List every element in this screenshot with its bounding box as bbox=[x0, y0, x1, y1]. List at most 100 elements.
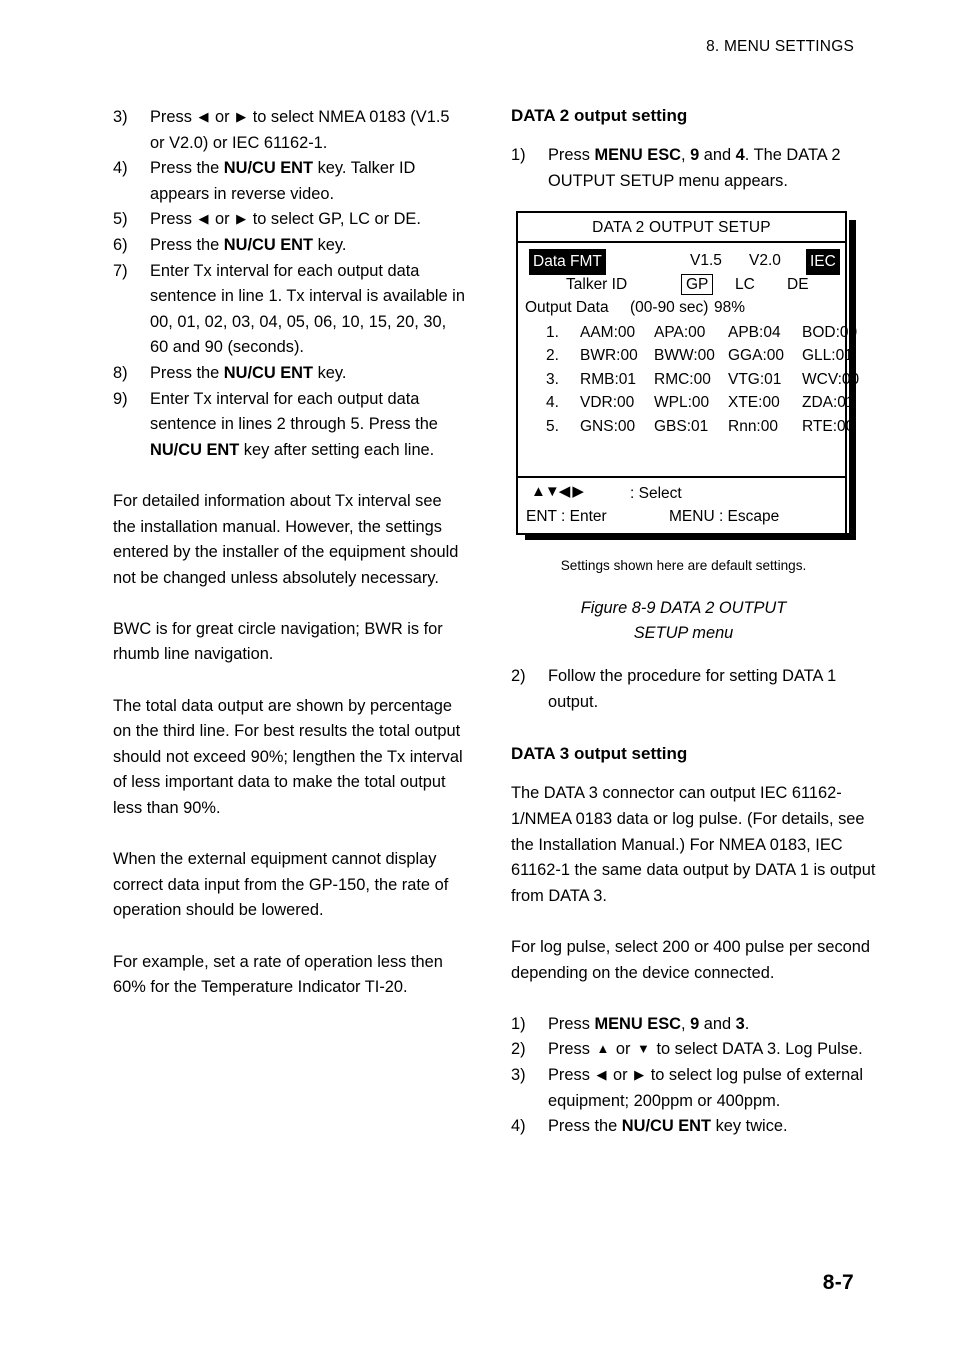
arrow-keys-icon: ▲▼◀ ▶ bbox=[531, 483, 584, 501]
data2-figure: DATA 2 OUTPUT SETUP Data FMT V1.5 V2.0 I… bbox=[516, 211, 859, 646]
lcd-sentence-cell[interactable]: Rnn:00 bbox=[728, 415, 778, 439]
select-key-label: : Select bbox=[630, 485, 682, 503]
list-item-number: 4) bbox=[113, 159, 128, 178]
list-item-text: Enter Tx interval for each output data s… bbox=[150, 261, 465, 357]
lcd-row-talker-id: Talker ID GP LC DE bbox=[518, 273, 845, 297]
list-item-number: 2) bbox=[511, 1040, 526, 1059]
list-item: 3) Press ◀ or ▶ to select NMEA 0183 (V1.5… bbox=[113, 105, 465, 156]
figure-note: Settings shown here are default settings… bbox=[560, 558, 807, 574]
data2-step2-list: 2) Follow the procedure for setting DATA … bbox=[511, 664, 881, 715]
lcd-sentence-cell[interactable]: XTE:00 bbox=[728, 391, 780, 415]
list-item-text: Press the NU/CU ENT key. bbox=[150, 235, 347, 254]
list-item-text: Enter Tx interval for each output data s… bbox=[150, 389, 438, 459]
data2-step1-list: 1) Press MENU ESC, 9 and 4. The DATA 2 OU… bbox=[511, 143, 881, 194]
list-item-number: 5) bbox=[113, 210, 128, 229]
list-item: 4) Press the NU/CU ENT key twice. bbox=[511, 1114, 881, 1140]
page-number: 8-7 bbox=[822, 1271, 854, 1294]
figure-shadow-right bbox=[849, 220, 856, 541]
lcd-row-output-data: Output Data (00-90 sec) 98% bbox=[518, 296, 845, 320]
paragraph: For detailed information about Tx interv… bbox=[113, 491, 459, 587]
list-item: 2) Follow the procedure for setting DATA … bbox=[511, 664, 881, 715]
lcd-menu-screen: DATA 2 OUTPUT SETUP Data FMT V1.5 V2.0 I… bbox=[516, 211, 859, 541]
list-item: 8) Press the NU/CU ENT key. bbox=[113, 361, 465, 387]
paragraph: For log pulse, select 200 or 400 pulse p… bbox=[511, 937, 870, 982]
list-item-text: Press the NU/CU ENT key twice. bbox=[548, 1117, 788, 1136]
data-fmt-option-v15[interactable]: V1.5 bbox=[690, 249, 722, 273]
list-item-number: 2) bbox=[511, 667, 526, 686]
list-item-text: Press MENU ESC, 9 and 4. The DATA 2 OUTP… bbox=[548, 146, 841, 190]
lcd-sentence-cell[interactable]: AAM:00 bbox=[580, 321, 635, 345]
lcd-row-data-fmt: Data FMT V1.5 V2.0 IEC bbox=[518, 249, 845, 275]
lcd-sentence-row: 3. RMB:01 RMC:00 VTG:01 WCV:00 bbox=[518, 368, 859, 392]
list-item: 5) Press ◀ or ▶ to select GP, LC or DE. bbox=[113, 207, 465, 233]
paragraph: When the external equipment cannot displ… bbox=[113, 850, 449, 920]
list-item-number: 3) bbox=[113, 108, 128, 126]
menu-key-label: MENU : Escape bbox=[669, 508, 780, 526]
figure-caption: Figure 8-9 DATA 2 OUTPUT SETUP menu bbox=[516, 596, 859, 646]
lcd-sentence-cell[interactable]: GGA:00 bbox=[728, 344, 784, 368]
paragraph: The DATA 3 connector can output IEC 6116… bbox=[511, 784, 876, 905]
list-item-text: Press MENU ESC, 9 and 3. bbox=[548, 1014, 750, 1033]
lcd-sentence-cell[interactable]: GLL:01 bbox=[802, 344, 853, 368]
lcd-sentence-cell[interactable]: RTE:00 bbox=[802, 415, 854, 439]
list-item: 4) Press the NU/CU ENT key. Talker ID app… bbox=[113, 156, 465, 207]
list-item-number: 8) bbox=[113, 363, 128, 382]
lcd-sentence-cell[interactable]: ZDA:01 bbox=[802, 391, 855, 415]
paragraph: BWC is for great circle navigation; BWR … bbox=[113, 619, 443, 664]
figure-caption-line1: Figure 8-9 DATA 2 OUTPUT bbox=[580, 599, 787, 618]
lcd-sentence-cell[interactable]: WPL:00 bbox=[654, 391, 709, 415]
lcd-sentence-row: 5. GNS:00 GBS:01 Rnn:00 RTE:00 bbox=[518, 415, 854, 439]
lcd-sentence-table: 1. AAM:00 APA:00 APB:04 BOD:00 2. BWR:00 BWW:00… bbox=[518, 321, 859, 439]
lcd-sentence-cell[interactable]: RMC:00 bbox=[654, 368, 711, 392]
data-fmt-label-highlighted[interactable]: Data FMT bbox=[529, 249, 606, 275]
lcd-sentence-row: 1. AAM:00 APA:00 APB:04 BOD:00 bbox=[518, 321, 857, 345]
data3-paragraphs: The DATA 3 connector can output IEC 6116… bbox=[511, 781, 881, 986]
list-item-number: 7) bbox=[113, 261, 128, 280]
list-item-number: 4) bbox=[511, 1117, 526, 1136]
left-steps-list: 3) Press ◀ or ▶ to select NMEA 0183 (V1.5… bbox=[113, 105, 465, 463]
lcd-sentence-cell[interactable]: APB:04 bbox=[728, 321, 781, 345]
lcd-sentence-cell[interactable]: BWW:00 bbox=[654, 344, 715, 368]
lcd-sentence-row-number: 4. bbox=[546, 394, 559, 412]
list-item-text: Press ◀ or ▶ to select log pulse of exte… bbox=[548, 1065, 863, 1110]
list-item-text: Press the NU/CU ENT key. Talker ID appea… bbox=[150, 159, 416, 203]
talker-id-label: Talker ID bbox=[566, 275, 628, 293]
lcd-title: DATA 2 OUTPUT SETUP bbox=[518, 213, 845, 244]
lcd-sentence-cell[interactable]: BWR:00 bbox=[580, 344, 638, 368]
list-item-text: Press ▲ or ▼ to select DATA 3. Log Pulse… bbox=[548, 1040, 863, 1059]
data2-heading: DATA 2 output setting bbox=[511, 106, 688, 125]
output-data-range: (00-90 sec) bbox=[630, 299, 709, 317]
list-item: 7) Enter Tx interval for each output data… bbox=[113, 259, 465, 361]
list-item-text: Press ◀ or ▶ to select GP, LC or DE. bbox=[150, 210, 421, 229]
paragraph: The total data output are shown by perce… bbox=[113, 696, 463, 818]
lcd-sentence-cell[interactable]: VTG:01 bbox=[728, 368, 781, 392]
lcd-sentence-cell[interactable]: GNS:00 bbox=[580, 415, 635, 439]
list-item: 1) Press MENU ESC, 9 and 4. The DATA 2 OU… bbox=[511, 143, 881, 194]
lcd-sentence-cell[interactable]: RMB:01 bbox=[580, 368, 636, 392]
list-item-number: 9) bbox=[113, 389, 128, 408]
talker-id-option-gp-selected[interactable]: GP bbox=[681, 273, 714, 295]
list-item-number: 6) bbox=[113, 235, 128, 254]
list-item: 9) Enter Tx interval for each output data… bbox=[113, 387, 465, 464]
lcd-sentence-row-number: 1. bbox=[546, 323, 559, 341]
ent-key-label: ENT : Enter bbox=[526, 508, 607, 526]
data-fmt-option-iec-selected[interactable]: IEC bbox=[806, 249, 840, 275]
figure-caption-line2: SETUP menu bbox=[633, 624, 734, 643]
data-fmt-option-v20[interactable]: V2.0 bbox=[749, 249, 781, 273]
lcd-sentence-cell[interactable]: APA:00 bbox=[654, 321, 705, 345]
lcd-sentence-cell[interactable]: VDR:00 bbox=[580, 391, 634, 415]
lcd-sentence-row-number: 2. bbox=[546, 347, 559, 365]
talker-id-option-de[interactable]: DE bbox=[787, 273, 809, 297]
lcd-settings-area: Data FMT V1.5 V2.0 IEC Talker ID GP LC D… bbox=[518, 243, 859, 479]
list-item-number: 3) bbox=[511, 1065, 526, 1084]
left-column: 3) Press ◀ or ▶ to select NMEA 0183 (V1.5… bbox=[113, 105, 465, 1001]
list-item-number: 1) bbox=[511, 146, 526, 164]
running-head: 8. MENU SETTINGS bbox=[706, 38, 854, 55]
document-page: 8. MENU SETTINGS 3) Press ◀ or ▶ to selec… bbox=[0, 0, 954, 1350]
talker-id-option-lc[interactable]: LC bbox=[735, 273, 755, 297]
lcd-sentence-cell[interactable]: GBS:01 bbox=[654, 415, 708, 439]
lcd-sentence-row-number: 3. bbox=[546, 370, 559, 388]
output-data-percent: 98% bbox=[714, 299, 746, 317]
